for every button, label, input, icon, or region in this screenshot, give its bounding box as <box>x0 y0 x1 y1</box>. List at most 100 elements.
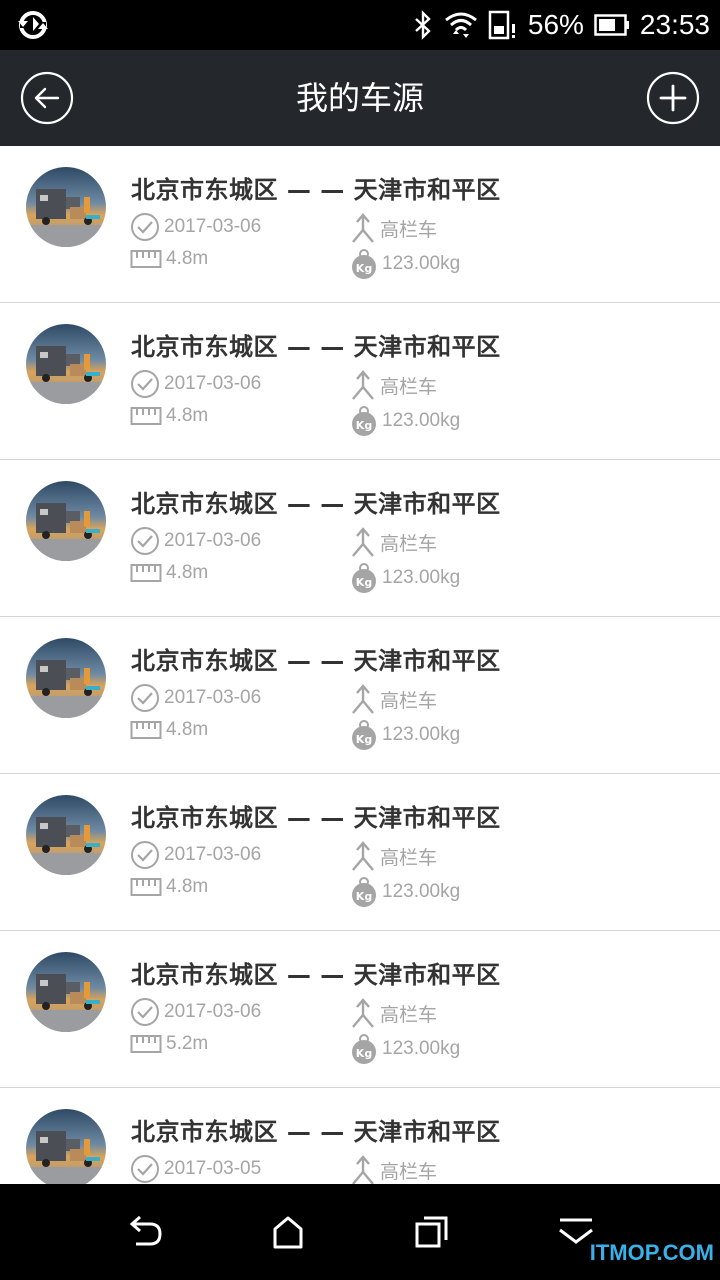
sync-icon <box>18 11 48 39</box>
length-field: 4.8m <box>130 248 208 270</box>
check-circle-icon <box>131 370 159 398</box>
truck-type-icon <box>352 213 374 243</box>
truck-type-field: 高栏车 <box>350 683 437 715</box>
truck-type-icon <box>352 370 374 400</box>
list-item[interactable]: 北京市东城区 — — 天津市和平区 2017-03-06 5.2m 高栏车 Kg… <box>0 931 720 1088</box>
check-circle-icon <box>131 841 159 869</box>
length-field: 4.8m <box>130 562 208 584</box>
page-title: 我的车源 <box>295 79 424 117</box>
truck-type-value: 高栏车 <box>380 1004 438 1026</box>
back-arrow-icon[interactable] <box>124 1214 164 1250</box>
vehicle-source-list[interactable]: 北京市东城区 — — 天津市和平区 2017-03-06 4.8m 高栏车 Kg… <box>0 146 720 1184</box>
truck-type-field: 高栏车 <box>350 840 437 872</box>
weight-value: 123.00kg <box>382 1038 461 1059</box>
truck-avatar <box>26 952 106 1032</box>
route-text: 北京市东城区 — — 天津市和平区 <box>131 804 501 832</box>
truck-type-field: 高栏车 <box>350 212 437 244</box>
date-value: 2017-03-06 <box>164 1001 262 1022</box>
recent-apps-icon[interactable] <box>412 1214 452 1250</box>
route-text: 北京市东城区 — — 天津市和平区 <box>131 176 501 204</box>
route-text: 北京市东城区 — — 天津市和平区 <box>131 647 501 675</box>
date-field: 2017-03-05 <box>130 1154 261 1184</box>
truck-type-icon <box>352 841 374 871</box>
battery-percent: 56% <box>527 9 584 40</box>
truck-type-icon <box>352 998 374 1028</box>
app-header: 我的车源 <box>0 50 720 146</box>
svg-text:Kg: Kg <box>356 262 372 275</box>
ruler-icon <box>130 564 162 582</box>
length-field: 4.8m <box>130 405 208 427</box>
weight-field: Kg 123.00kg <box>350 876 460 908</box>
truck-type-icon <box>352 527 374 557</box>
length-value: 4.8m <box>166 719 209 740</box>
length-field: 5.2m <box>130 1033 208 1055</box>
date-field: 2017-03-06 <box>130 526 261 556</box>
check-circle-icon <box>131 684 159 712</box>
weight-field: Kg 123.00kg <box>350 1033 460 1065</box>
check-circle-icon <box>131 1155 159 1183</box>
truck-type-value: 高栏车 <box>380 376 438 398</box>
list-item[interactable]: 北京市东城区 — — 天津市和平区 2017-03-06 4.8m 高栏车 Kg… <box>0 303 720 460</box>
truck-avatar <box>26 1109 106 1184</box>
truck-avatar <box>26 795 106 875</box>
navigation-bar: ITMOP.COM <box>0 1184 720 1280</box>
date-field: 2017-03-06 <box>130 840 261 870</box>
weight-value: 123.00kg <box>382 881 461 902</box>
date-field: 2017-03-06 <box>130 683 261 713</box>
sim-icon <box>488 10 515 40</box>
date-field: 2017-03-06 <box>130 369 261 399</box>
svg-text:Kg: Kg <box>356 890 372 903</box>
home-icon[interactable] <box>268 1214 308 1250</box>
add-button[interactable] <box>646 71 700 125</box>
length-value: 4.8m <box>166 876 209 897</box>
watermark: ITMOP.COM <box>589 1240 714 1265</box>
weight-value: 123.00kg <box>382 567 461 588</box>
weight-field: Kg 123.00kg <box>350 562 460 594</box>
date-field: 2017-03-06 <box>130 997 261 1027</box>
bluetooth-icon <box>415 10 431 40</box>
date-value: 2017-03-06 <box>164 373 262 394</box>
kg-weight-icon: Kg <box>352 720 376 750</box>
plus-icon <box>659 84 687 112</box>
list-item[interactable]: 北京市东城区 — — 天津市和平区 2017-03-06 4.8m 高栏车 Kg… <box>0 774 720 931</box>
length-value: 5.2m <box>166 1033 209 1054</box>
list-item[interactable]: 北京市东城区 — — 天津市和平区 2017-03-06 4.8m 高栏车 Kg… <box>0 146 720 303</box>
date-field: 2017-03-06 <box>130 212 261 242</box>
check-circle-icon <box>131 213 159 241</box>
list-item[interactable]: 北京市东城区 — — 天津市和平区 2017-03-06 4.8m 高栏车 Kg… <box>0 617 720 774</box>
clock: 23:53 <box>639 9 710 40</box>
truck-type-value: 高栏车 <box>380 533 438 555</box>
truck-type-value: 高栏车 <box>380 219 438 241</box>
svg-text:Kg: Kg <box>356 733 372 746</box>
route-text: 北京市东城区 — — 天津市和平区 <box>131 961 501 989</box>
date-value: 2017-03-06 <box>164 216 262 237</box>
truck-type-field: 高栏车 <box>350 369 437 401</box>
weight-value: 123.00kg <box>382 253 461 274</box>
truck-type-field: 高栏车 <box>350 526 437 558</box>
kg-weight-icon: Kg <box>352 563 376 593</box>
status-bar: 56% 23:53 <box>0 0 720 50</box>
date-value: 2017-03-06 <box>164 844 262 865</box>
length-value: 4.8m <box>166 405 209 426</box>
weight-field: Kg 123.00kg <box>350 248 460 280</box>
ruler-icon <box>130 1035 162 1053</box>
length-value: 4.8m <box>166 562 209 583</box>
truck-avatar <box>26 324 106 404</box>
truck-avatar <box>26 481 106 561</box>
weight-field: Kg 123.00kg <box>350 719 460 751</box>
truck-type-field: 高栏车 <box>350 997 437 1029</box>
ruler-icon <box>130 407 162 425</box>
truck-avatar <box>26 638 106 718</box>
svg-text:Kg: Kg <box>356 419 372 432</box>
truck-type-icon <box>352 684 374 714</box>
kg-weight-icon: Kg <box>352 1034 376 1064</box>
truck-type-value: 高栏车 <box>380 1161 438 1183</box>
weight-value: 123.00kg <box>382 724 461 745</box>
length-field: 4.8m <box>130 876 208 898</box>
svg-text:Kg: Kg <box>356 1047 372 1060</box>
list-item[interactable]: 北京市东城区 — — 天津市和平区 2017-03-06 4.8m 高栏车 Kg… <box>0 460 720 617</box>
truck-type-field: 高栏车 <box>350 1154 437 1184</box>
wifi-icon <box>444 12 477 38</box>
list-item[interactable]: 北京市东城区 — — 天津市和平区 2017-03-05 高栏车 <box>0 1088 720 1184</box>
date-value: 2017-03-06 <box>164 530 262 551</box>
